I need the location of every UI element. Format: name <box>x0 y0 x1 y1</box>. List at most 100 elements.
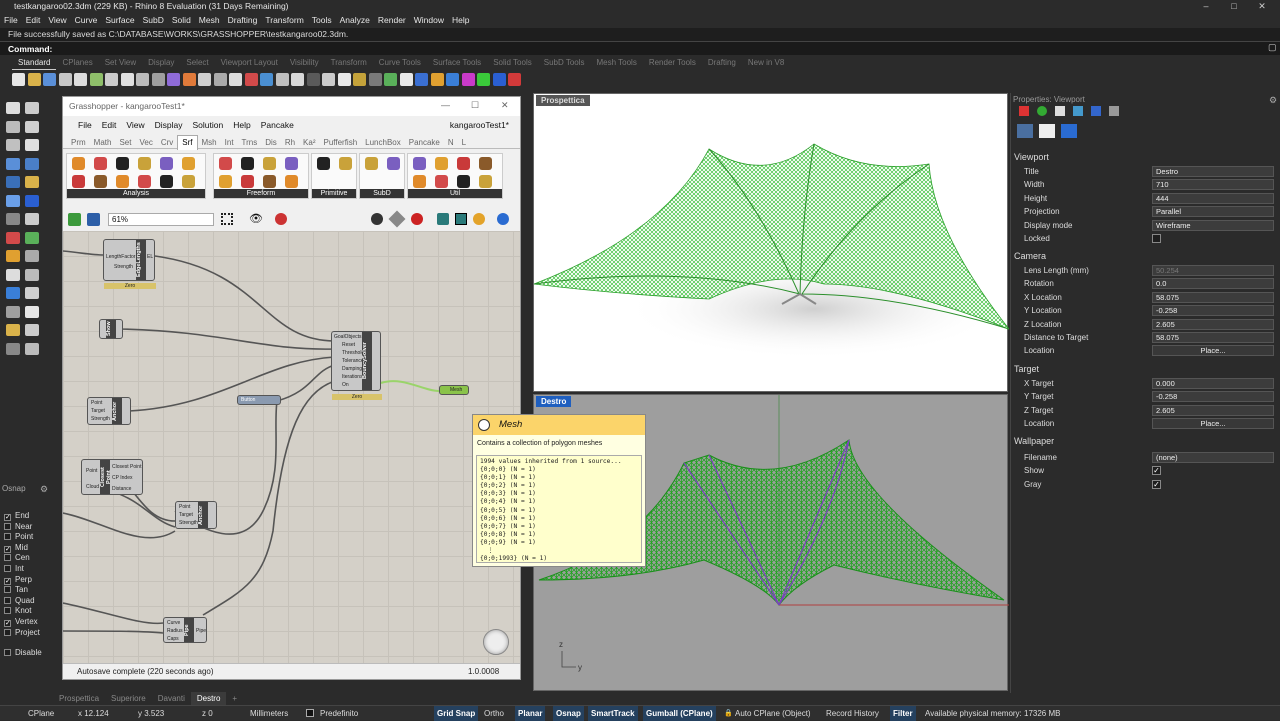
gh-maximize-icon[interactable]: ☐ <box>471 100 479 111</box>
gh-tab-prm[interactable]: Prm <box>67 136 90 150</box>
gh-menu-edit[interactable]: Edit <box>97 117 122 133</box>
gh-tab-dis[interactable]: Dis <box>261 136 281 150</box>
gh-component-icon[interactable] <box>72 175 85 188</box>
sidebar-tool-icon[interactable] <box>6 139 20 151</box>
vtab-top[interactable]: Superiore <box>105 692 152 705</box>
material-icon[interactable] <box>1037 106 1047 116</box>
checkbox[interactable] <box>4 628 11 636</box>
mesh-preview-icon[interactable] <box>437 213 449 225</box>
viewport-tab-perspective[interactable]: Prospettica <box>536 95 590 106</box>
gumball-button[interactable]: Gumball (CPlane) <box>643 706 716 721</box>
sidebar-tool-icon[interactable] <box>25 120 39 133</box>
tab-select[interactable]: Select <box>180 57 214 69</box>
gh-tab-trns[interactable]: Trns <box>238 136 262 150</box>
gh-canvas[interactable]: LengthFactor Strength EdgeLengths EL Zer… <box>63 231 520 663</box>
gh-minimize-icon[interactable]: — <box>441 100 450 110</box>
wire-icon[interactable] <box>388 210 406 228</box>
toolbar-tool-icon[interactable] <box>384 73 397 86</box>
sidebar-tool-icon[interactable] <box>6 305 20 318</box>
toolbar-tool-icon[interactable] <box>198 73 211 86</box>
tab-curve-tools[interactable]: Curve Tools <box>373 57 427 69</box>
toolbar-tool-icon[interactable] <box>291 73 304 86</box>
gh-component-icon[interactable] <box>241 175 254 188</box>
toolbar-tool-icon[interactable] <box>167 73 180 86</box>
menu-analyze[interactable]: Analyze <box>336 13 374 27</box>
osnap-vertex[interactable]: ✓ Vertex <box>0 617 52 628</box>
grid-icon[interactable] <box>1061 124 1077 138</box>
tab-render-tools[interactable]: Render Tools <box>643 57 702 69</box>
sidebar-tool-icon[interactable] <box>25 194 39 207</box>
menu-surface[interactable]: Surface <box>101 13 138 27</box>
checkbox[interactable] <box>4 554 11 562</box>
gh-component-icon[interactable] <box>241 157 254 170</box>
osnap-disable[interactable]: Disable <box>0 648 52 659</box>
sidebar-tool-icon[interactable] <box>6 157 20 170</box>
osnap-mid[interactable]: ✓ Mid <box>0 543 52 554</box>
vtab-perspective[interactable]: Prospettica <box>53 692 105 705</box>
gh-menu-display[interactable]: Display <box>150 117 188 133</box>
prop-value-field[interactable]: 2.605 <box>1152 404 1274 416</box>
smarttrack-button[interactable]: SmartTrack <box>588 706 638 721</box>
gh-component-icon[interactable] <box>479 175 492 188</box>
gh-menu-pancake[interactable]: Pancake <box>256 117 299 133</box>
checkbox[interactable]: ✓ <box>4 577 11 585</box>
gh-component-icon[interactable] <box>116 157 129 170</box>
toolbar-tool-icon[interactable] <box>229 73 242 86</box>
prop-value-field[interactable]: 710 <box>1152 179 1274 191</box>
menu-subd[interactable]: SubD <box>139 13 168 27</box>
prop-value-field[interactable]: (none) <box>1152 452 1274 463</box>
sidebar-tool-icon[interactable] <box>6 231 20 244</box>
save-icon[interactable] <box>87 213 100 226</box>
sidebar-tool-icon[interactable] <box>6 287 20 299</box>
sidebar-tool-icon[interactable] <box>6 342 20 355</box>
viewport-icon[interactable] <box>1039 124 1055 138</box>
gh-component-icon[interactable] <box>339 157 352 170</box>
toolbar-tool-icon[interactable] <box>136 73 149 86</box>
gh-component-icon[interactable] <box>413 175 426 188</box>
toolbar-tool-icon[interactable] <box>12 73 25 86</box>
tab-display[interactable]: Display <box>142 57 180 69</box>
gh-component-icon[interactable] <box>365 157 378 170</box>
gh-tab-set[interactable]: Set <box>115 136 135 150</box>
osnap-knot[interactable]: Knot <box>0 606 52 617</box>
anchor-component-1[interactable]: Point Target Strength Anchor <box>87 397 131 425</box>
planar-button[interactable]: Planar <box>515 706 546 721</box>
menu-help[interactable]: Help <box>448 13 473 27</box>
toolbar-tool-icon[interactable] <box>353 73 366 86</box>
gh-tab-pancake[interactable]: Pancake <box>405 136 444 150</box>
checkbox[interactable] <box>4 596 11 604</box>
sidebar-tool-icon[interactable] <box>6 213 20 225</box>
toolbar-tool-icon[interactable] <box>120 73 134 86</box>
prop-value-field[interactable]: Destro <box>1152 166 1274 177</box>
selected-preview-icon[interactable] <box>455 213 467 225</box>
checkbox[interactable]: ✓ <box>1152 466 1161 476</box>
vtab-add[interactable]: + <box>226 692 243 705</box>
vtab-front[interactable]: Davanti <box>152 692 191 705</box>
toolbar-tool-icon[interactable] <box>508 73 521 86</box>
sidebar-tool-icon[interactable] <box>25 268 39 281</box>
gh-component-icon[interactable] <box>479 157 492 170</box>
checkbox[interactable]: ✓ <box>4 619 11 627</box>
gh-component-icon[interactable] <box>160 175 173 188</box>
gh-component-icon[interactable] <box>435 175 448 188</box>
gh-menu-solution[interactable]: Solution <box>188 117 229 133</box>
gh-tab-vec[interactable]: Vec <box>135 136 156 150</box>
gh-component-icon[interactable] <box>182 157 195 170</box>
gh-component-icon[interactable] <box>94 157 107 170</box>
prop-value-field[interactable]: 50.254 <box>1152 265 1274 276</box>
sidebar-tool-icon[interactable] <box>25 231 39 244</box>
checkbox[interactable] <box>1152 234 1161 243</box>
toolbar-tool-icon[interactable] <box>461 73 475 86</box>
tab-set-view[interactable]: Set View <box>99 57 142 69</box>
toolbar-tool-icon[interactable] <box>399 73 413 86</box>
sidebar-tool-icon[interactable] <box>25 157 39 170</box>
closest-point-component[interactable]: Point Cloud Closest Point Closest Point … <box>81 459 143 495</box>
gh-component-icon[interactable] <box>160 157 173 170</box>
gh-component-icon[interactable] <box>138 157 151 170</box>
toolbar-tool-icon[interactable] <box>58 73 72 86</box>
toolbar-tool-icon[interactable] <box>182 73 196 86</box>
checkbox[interactable]: ✓ <box>4 514 11 521</box>
edge-lengths-component[interactable]: LengthFactor Strength EdgeLengths EL Zer… <box>103 239 156 289</box>
open-icon[interactable] <box>68 213 81 226</box>
menu-mesh[interactable]: Mesh <box>195 13 224 27</box>
